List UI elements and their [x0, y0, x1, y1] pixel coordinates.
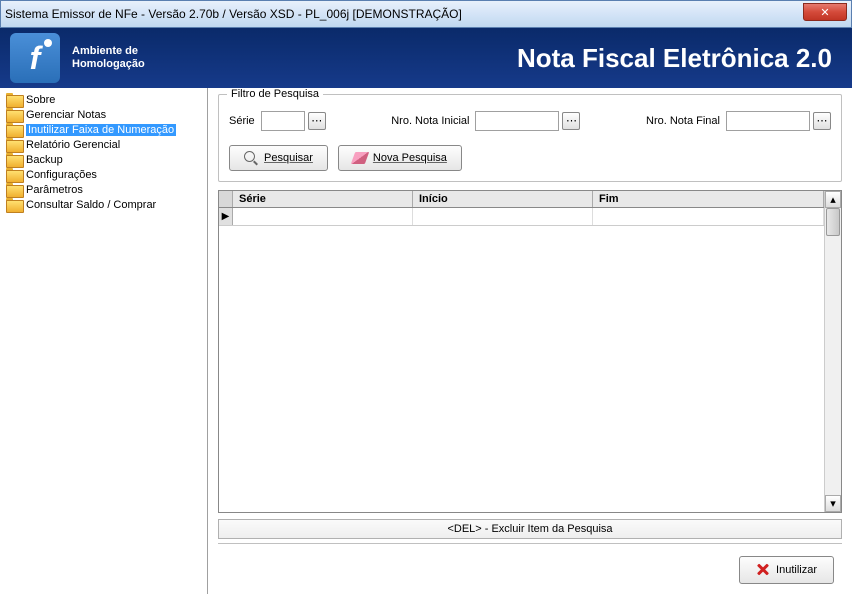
- logo-letter: f: [30, 40, 41, 77]
- folder-icon: [6, 93, 22, 106]
- eraser-icon: [351, 152, 369, 164]
- column-header-serie[interactable]: Série: [233, 191, 413, 207]
- cancel-icon: [756, 563, 770, 577]
- app-logo: f: [10, 33, 60, 83]
- scroll-thumb[interactable]: [826, 208, 840, 236]
- field-nota-inicial: Nro. Nota Inicial ⋯: [391, 111, 580, 131]
- sidebar-item-parametros[interactable]: Parâmetros: [2, 182, 205, 197]
- cell-serie[interactable]: [233, 208, 413, 225]
- inutilizar-button[interactable]: Inutilizar: [739, 556, 834, 584]
- app-title: Nota Fiscal Eletrônica 2.0: [517, 43, 832, 74]
- filter-buttons-row: Pesquisar Nova Pesquisa: [229, 145, 831, 171]
- app-header: f Ambiente de Homologação Nota Fiscal El…: [0, 28, 852, 88]
- folder-icon: [6, 138, 22, 151]
- cell-inicio[interactable]: [413, 208, 593, 225]
- scroll-up-button[interactable]: ▴: [825, 191, 841, 208]
- grid-gutter-header: [219, 191, 233, 207]
- folder-icon: [6, 153, 22, 166]
- scroll-down-button[interactable]: ▾: [825, 495, 841, 512]
- environment-label: Ambiente de Homologação: [72, 45, 145, 71]
- sidebar-item-configuracoes[interactable]: Configurações: [2, 167, 205, 182]
- cell-fim[interactable]: [593, 208, 824, 225]
- folder-icon: [6, 183, 22, 196]
- sidebar-tree: Sobre Gerenciar Notas Inutilizar Faixa d…: [0, 88, 208, 594]
- scroll-track[interactable]: [825, 208, 841, 495]
- filter-fields-row: Série ⋯ Nro. Nota Inicial ⋯ Nro.: [229, 111, 831, 131]
- sidebar-item-relatorio-gerencial[interactable]: Relatório Gerencial: [2, 137, 205, 152]
- main-content: Filtro de Pesquisa Série ⋯ Nro. Nota Ini…: [208, 88, 852, 594]
- grid-header: Série Início Fim: [219, 191, 824, 208]
- separator: [218, 543, 842, 546]
- logo-dot-icon: [44, 39, 52, 47]
- sidebar-item-consultar-saldo[interactable]: Consultar Saldo / Comprar: [2, 197, 205, 212]
- search-icon: [244, 151, 258, 165]
- nota-inicial-label: Nro. Nota Inicial: [391, 115, 469, 127]
- window-titlebar: Sistema Emissor de NFe - Versão 2.70b / …: [0, 0, 852, 28]
- filter-groupbox: Filtro de Pesquisa Série ⋯ Nro. Nota Ini…: [218, 94, 842, 182]
- hint-bar: <DEL> - Excluir Item da Pesquisa: [218, 519, 842, 539]
- sidebar-item-backup[interactable]: Backup: [2, 152, 205, 167]
- results-grid: Série Início Fim ▶ ▴ ▾: [218, 190, 842, 513]
- sidebar-item-inutilizar-faixa[interactable]: Inutilizar Faixa de Numeração: [2, 122, 205, 137]
- serie-input[interactable]: [261, 111, 305, 131]
- folder-icon: [6, 168, 22, 181]
- ellipsis-icon: ⋯: [566, 116, 577, 127]
- nota-inicial-lookup-button[interactable]: ⋯: [562, 112, 580, 130]
- sidebar-item-sobre[interactable]: Sobre: [2, 92, 205, 107]
- serie-lookup-button[interactable]: ⋯: [308, 112, 326, 130]
- folder-icon: [6, 123, 22, 136]
- serie-label: Série: [229, 115, 255, 127]
- field-nota-final: Nro. Nota Final ⋯: [646, 111, 831, 131]
- folder-icon: [6, 198, 22, 211]
- pesquisar-button[interactable]: Pesquisar: [229, 145, 328, 171]
- nota-final-label: Nro. Nota Final: [646, 115, 720, 127]
- grid-row[interactable]: ▶: [219, 208, 824, 226]
- chevron-up-icon: ▴: [830, 193, 836, 206]
- nota-final-input[interactable]: [726, 111, 810, 131]
- nota-final-lookup-button[interactable]: ⋯: [813, 112, 831, 130]
- sidebar-item-gerenciar-notas[interactable]: Gerenciar Notas: [2, 107, 205, 122]
- window-title: Sistema Emissor de NFe - Versão 2.70b / …: [5, 7, 462, 21]
- ellipsis-icon: ⋯: [817, 116, 828, 127]
- window-close-button[interactable]: ✕: [803, 3, 847, 21]
- field-serie: Série ⋯: [229, 111, 326, 131]
- row-indicator-icon: ▶: [219, 208, 233, 225]
- chevron-down-icon: ▾: [830, 497, 836, 510]
- ellipsis-icon: ⋯: [311, 116, 322, 127]
- column-header-inicio[interactable]: Início: [413, 191, 593, 207]
- folder-icon: [6, 108, 22, 121]
- close-icon: ✕: [820, 6, 829, 19]
- filter-legend: Filtro de Pesquisa: [227, 88, 323, 100]
- footer-row: Inutilizar: [218, 556, 842, 584]
- column-header-fim[interactable]: Fim: [593, 191, 824, 207]
- vertical-scrollbar[interactable]: ▴ ▾: [824, 191, 841, 512]
- nota-inicial-input[interactable]: [475, 111, 559, 131]
- nova-pesquisa-button[interactable]: Nova Pesquisa: [338, 145, 462, 171]
